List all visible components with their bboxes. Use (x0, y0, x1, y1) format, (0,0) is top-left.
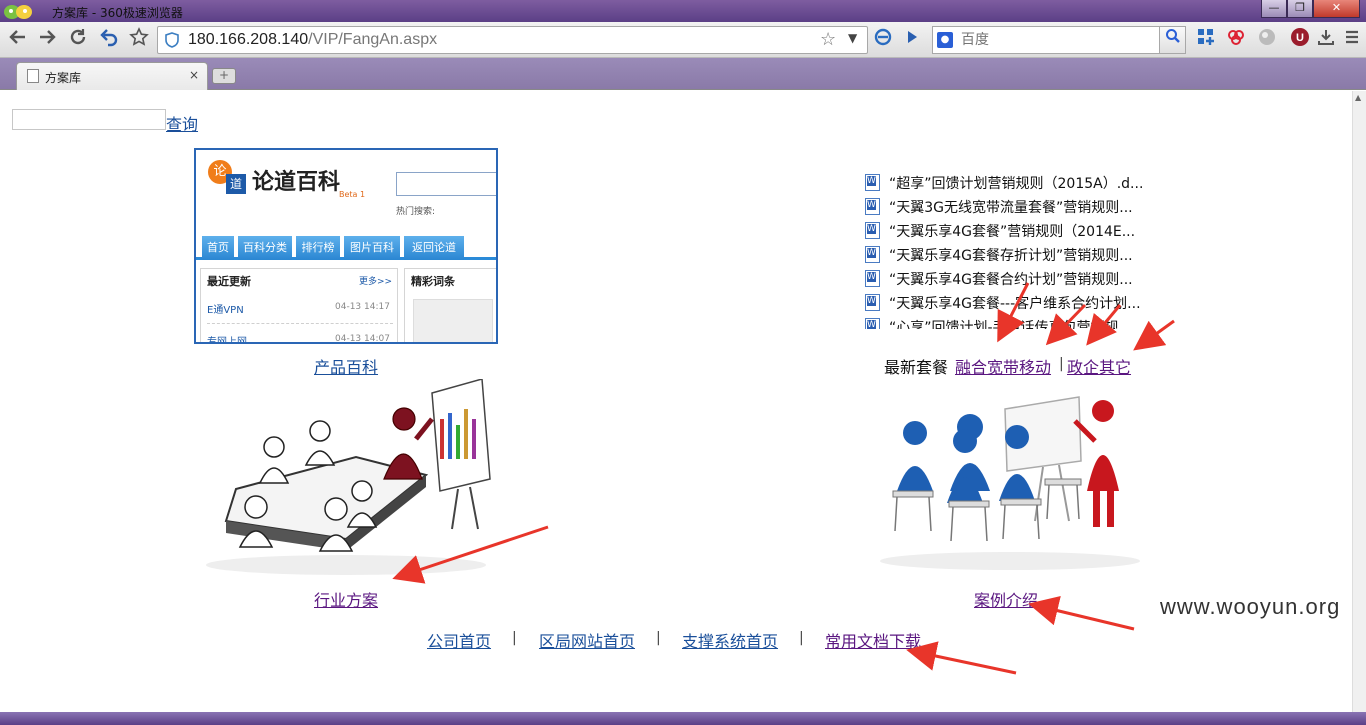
maximize-button[interactable]: ❐ (1287, 0, 1313, 18)
annotation-arrow (1133, 319, 1175, 351)
watermark: www.wooyun.org (1160, 594, 1341, 619)
bookmark-star-icon[interactable]: ☆ (820, 29, 836, 50)
ie-mode-icon[interactable] (871, 27, 895, 51)
url-path: /VIP/FangAn.aspx (308, 31, 438, 48)
apps-grid-icon[interactable] (1194, 27, 1218, 51)
minimize-button[interactable]: — (1261, 0, 1287, 18)
window-titlebar: 方案库 - 360极速浏览器 — ❐ ✕ (0, 0, 1366, 22)
close-window-button[interactable]: ✕ (1313, 0, 1360, 18)
address-bar[interactable]: 180.166.208.140/VIP/FangAn.aspx ☆ ▼ (157, 26, 868, 54)
security-shield-icon (164, 32, 180, 48)
new-tab-button[interactable]: + (212, 68, 236, 84)
taskbar-strip (0, 712, 1366, 725)
url-host: 180.166.208.140 (188, 31, 309, 48)
annotation-arrow (1086, 304, 1122, 346)
svg-text:U: U (1296, 32, 1304, 44)
page-content: 查询 论 道 论道百科 Beta 1 热门搜索: 首页 百科分类 排行榜 图片百… (0, 91, 1352, 712)
reload-icon[interactable] (66, 27, 90, 51)
baidu-paw-icon: ● (937, 32, 953, 48)
tab-title: 方案库 (45, 71, 82, 85)
globe-icon[interactable] (1255, 27, 1279, 51)
tab-fangan[interactable]: 方案库 × (16, 62, 208, 90)
address-url[interactable]: 180.166.208.140/VIP/FangAn.aspx (188, 31, 437, 49)
annotation-arrow (1028, 596, 1135, 631)
extension-circles-icon[interactable] (1224, 27, 1248, 51)
window-title: 方案库 - 360极速浏览器 (52, 6, 183, 20)
annotation-arrow (392, 525, 549, 584)
user-account-icon[interactable]: U (1288, 27, 1312, 51)
scroll-up-icon[interactable]: ▲ (1355, 93, 1361, 102)
tab-strip: 方案库 × + (0, 58, 1366, 90)
undo-icon[interactable] (97, 27, 121, 51)
browser-logo-icon (4, 5, 32, 19)
search-box[interactable]: ● (932, 26, 1160, 54)
back-icon[interactable] (6, 27, 30, 51)
favorite-star-icon[interactable] (127, 27, 151, 51)
annotation-arrow (906, 641, 1017, 675)
vertical-scrollbar[interactable]: ▲ (1352, 91, 1366, 712)
go-arrow-icon[interactable] (900, 27, 924, 51)
search-input[interactable] (961, 30, 1151, 50)
browser-toolbar: 180.166.208.140/VIP/FangAn.aspx ☆ ▼ ● U (0, 22, 1366, 58)
forward-icon[interactable] (35, 27, 59, 51)
menu-icon[interactable] (1340, 27, 1364, 51)
address-dropdown-icon[interactable]: ▼ (848, 31, 857, 45)
search-icon (1165, 29, 1180, 43)
annotation-arrows (392, 282, 1175, 675)
search-button[interactable] (1160, 26, 1186, 54)
annotation-arrow (997, 282, 1030, 343)
annotation-arrow (1045, 303, 1087, 346)
download-icon[interactable] (1314, 27, 1338, 51)
tab-close-icon[interactable]: × (189, 68, 199, 82)
page-favicon-icon (27, 69, 39, 83)
